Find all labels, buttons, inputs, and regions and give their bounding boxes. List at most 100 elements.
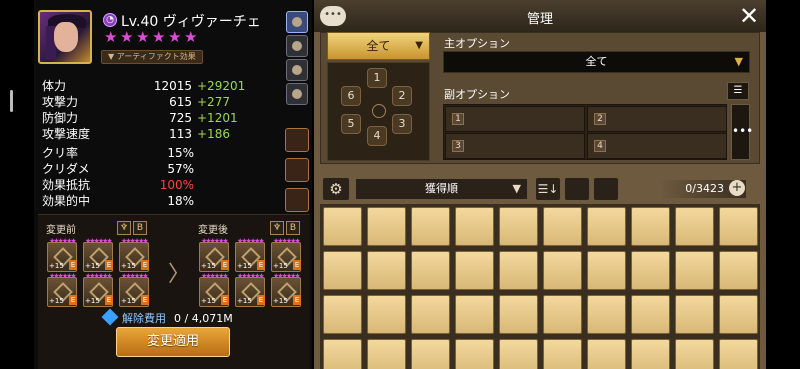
stat-label: 防御力 — [42, 111, 79, 125]
set-preset-icon[interactable] — [285, 188, 309, 212]
inventory-cell[interactable] — [675, 339, 714, 369]
rune-slot[interactable]: ★★★★★★ +15 E — [235, 272, 265, 307]
sub-option-slot[interactable]: 1 — [445, 106, 585, 132]
sub-option-slot[interactable]: 2 — [587, 106, 727, 132]
slot-all-dropdown[interactable]: 全て ▼ — [327, 32, 430, 60]
inventory-cell[interactable] — [587, 295, 626, 334]
inventory-cell[interactable] — [499, 251, 538, 290]
inventory-cell[interactable] — [587, 339, 626, 369]
rune-slot[interactable]: ★★★★★★ +15 E — [271, 272, 301, 307]
stat-bonus: +186 — [197, 127, 230, 141]
inventory-cell[interactable] — [543, 207, 582, 246]
rune-slot[interactable]: ★★★★★★ +15 E — [83, 237, 113, 272]
slot-button-2[interactable]: 2 — [392, 86, 412, 106]
inventory-cell[interactable] — [367, 251, 406, 290]
sub-option-slot[interactable]: 4 — [587, 133, 727, 159]
rune-slot[interactable]: ★★★★★★ +15 E — [199, 237, 229, 272]
inventory-cell[interactable] — [719, 295, 758, 334]
settings-gear-icon[interactable]: ⚙ — [322, 177, 350, 201]
inventory-cell[interactable] — [499, 339, 538, 369]
rune-slot[interactable]: ★★★★★★ +15 E — [271, 237, 301, 272]
inventory-cell[interactable] — [631, 339, 670, 369]
inventory-cell[interactable] — [367, 207, 406, 246]
edit-pencil-icon[interactable] — [285, 128, 309, 152]
inventory-cell[interactable] — [455, 339, 494, 369]
rune-slot[interactable]: ★★★★★★ +15 E — [235, 237, 265, 272]
sort-dropdown[interactable]: 獲得順 ▼ — [355, 178, 528, 200]
rate-label: クリ率 — [42, 146, 79, 160]
inventory-cell[interactable] — [675, 251, 714, 290]
inventory-cell[interactable] — [587, 207, 626, 246]
slot-button-4[interactable]: 4 — [367, 126, 387, 146]
inventory-cell[interactable] — [367, 339, 406, 369]
inventory-cell[interactable] — [323, 339, 362, 369]
slot-button-1[interactable]: 1 — [367, 68, 387, 88]
rune-slot[interactable]: ★★★★★★ +15 E — [47, 272, 77, 307]
inventory-cell[interactable] — [543, 251, 582, 290]
monster-list-icon[interactable] — [285, 158, 309, 182]
slot-center-icon — [372, 104, 386, 118]
inventory-cell[interactable] — [323, 207, 362, 246]
sub-option-menu-icon[interactable]: ☰ — [727, 82, 749, 100]
stat-row: 攻撃力 615 +277 — [42, 95, 230, 110]
rune-tab-icon[interactable] — [286, 11, 308, 33]
rune-grade: E — [221, 295, 229, 305]
inventory-cell[interactable] — [675, 295, 714, 334]
sort-order-icon[interactable]: ☰↓ — [535, 177, 561, 201]
inventory-cell[interactable] — [719, 339, 758, 369]
inventory-cell[interactable] — [455, 251, 494, 290]
shield-tab-icon[interactable] — [286, 59, 308, 81]
slot-button-5[interactable]: 5 — [341, 114, 361, 134]
rune-slot[interactable]: ★★★★★★ +15 E — [199, 272, 229, 307]
slot-button-3[interactable]: 3 — [392, 114, 412, 134]
dropdown-arrow-icon: ▼ — [512, 182, 521, 195]
close-button[interactable]: ✕ — [736, 4, 762, 28]
rune-slot[interactable]: ★★★★★★ +15 E — [47, 237, 77, 272]
rune-slot[interactable]: ★★★★★★ +15 E — [119, 237, 149, 272]
inventory-cell[interactable] — [631, 251, 670, 290]
rune-slot[interactable]: ★★★★★★ +15 E — [119, 272, 149, 307]
rune-slot[interactable]: ★★★★★★ +15 E — [83, 272, 113, 307]
inventory-cell[interactable] — [455, 295, 494, 334]
inventory-cell[interactable] — [631, 207, 670, 246]
inventory-cell[interactable] — [455, 207, 494, 246]
stat-bonus: +277 — [197, 95, 230, 109]
artifact-effect-button[interactable]: ▼ アーティファクト効果 — [101, 50, 203, 64]
sub-option-number: 1 — [452, 113, 464, 125]
edge-handle[interactable] — [10, 90, 13, 112]
slot-button-6[interactable]: 6 — [341, 86, 361, 106]
inventory-cell[interactable] — [367, 295, 406, 334]
apply-changes-button[interactable]: 変更適用 — [116, 327, 230, 357]
artifact-tab-icon[interactable] — [286, 35, 308, 57]
add-capacity-button[interactable]: + — [729, 180, 745, 196]
cost-label: 解除費用 — [122, 312, 166, 325]
inventory-cell[interactable] — [411, 207, 450, 246]
inventory-cell[interactable] — [719, 207, 758, 246]
sub-option-slot[interactable]: 3 — [445, 133, 585, 159]
inventory-cell[interactable] — [587, 251, 626, 290]
stat-row: 防御力 725 +1201 — [42, 111, 238, 126]
inventory-cell[interactable] — [499, 207, 538, 246]
inventory-cell[interactable] — [543, 339, 582, 369]
inventory-cell[interactable] — [675, 207, 714, 246]
inventory-cell[interactable] — [631, 295, 670, 334]
inventory-cell[interactable] — [499, 295, 538, 334]
inventory-cell[interactable] — [411, 251, 450, 290]
more-options-button[interactable]: ••• — [731, 104, 753, 160]
arrow-right-icon: 〉 — [168, 262, 191, 287]
inventory-cell[interactable] — [543, 295, 582, 334]
main-option-select[interactable]: 全て ▼ — [443, 51, 750, 73]
grind-tab-icon[interactable] — [286, 83, 308, 105]
set-icon: ♆ — [117, 221, 131, 235]
rune-bag-icon[interactable] — [564, 177, 590, 201]
inventory-cell[interactable] — [411, 295, 450, 334]
star-icon: ★ — [184, 28, 198, 46]
inventory-cell[interactable] — [411, 339, 450, 369]
rune-plus: +15 — [85, 262, 100, 270]
star-icon: ★ — [136, 28, 150, 46]
hero-portrait[interactable] — [38, 10, 92, 64]
inventory-cell[interactable] — [719, 251, 758, 290]
hammer-icon[interactable] — [593, 177, 619, 201]
inventory-cell[interactable] — [323, 251, 362, 290]
inventory-cell[interactable] — [323, 295, 362, 334]
